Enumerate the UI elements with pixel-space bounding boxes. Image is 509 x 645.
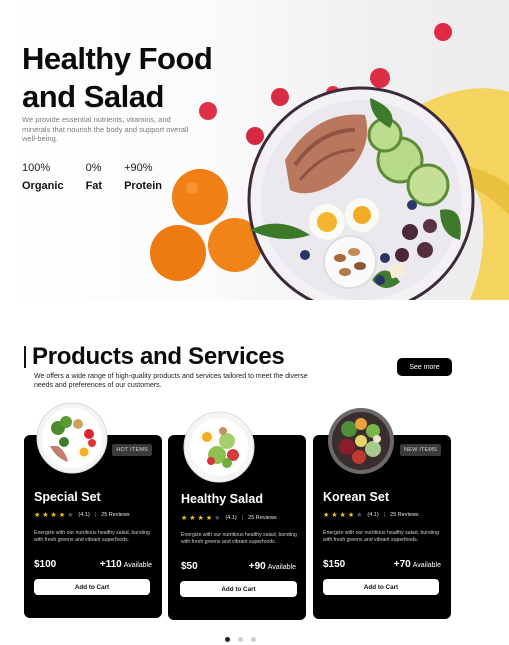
title-accent-bar: [24, 346, 26, 368]
card-title: Korean Set: [323, 490, 389, 504]
stat-label: Fat: [85, 180, 103, 192]
carousel-pagination: [225, 637, 256, 642]
section-title: Products and Services: [32, 343, 285, 370]
card-description: Energize with our nutritious healthy sal…: [181, 532, 297, 545]
section-description: We offers a wide range of high-quality p…: [34, 373, 308, 389]
rating-value: (4.1): [78, 512, 90, 518]
card-price: $100: [34, 559, 57, 570]
korean-set-bowl-image: [328, 408, 394, 474]
card-rating: ★★★★★ (4.1) | 25 Reviews: [34, 512, 130, 519]
stat-value: +90%: [124, 162, 153, 174]
special-set-plate-image: [36, 402, 108, 474]
card-price: $150: [323, 559, 346, 570]
section-title-wrap: Products and Services: [24, 343, 285, 371]
healthy-salad-plate-image: [183, 411, 255, 483]
available-label: Available: [123, 562, 152, 569]
card-rating: ★★★★★ (4.1) | 25 Reviews: [181, 515, 277, 522]
hero-section: Healthy Food and Salad We provide essent…: [0, 0, 509, 300]
stat-value: 100%: [22, 162, 51, 174]
card-description: Energize with our nutritious healthy sal…: [323, 530, 439, 543]
see-more-button[interactable]: See more: [397, 358, 452, 376]
review-count: 25 Reviews: [248, 515, 277, 521]
review-count: 25 Reviews: [101, 512, 130, 518]
stat-organic: 100% Organic: [22, 162, 64, 192]
card-title: Special Set: [34, 490, 101, 504]
review-count: 25 Reviews: [390, 512, 419, 518]
add-to-cart-button[interactable]: Add to Cart: [323, 579, 439, 595]
pagination-dot-3[interactable]: [251, 637, 256, 642]
hero-description: We provide essential nutrients, vitamins…: [22, 115, 189, 143]
card-rating: ★★★★★ (4.1) | 25 Reviews: [323, 512, 419, 519]
card-title: Healthy Salad: [181, 492, 263, 506]
new-items-badge: NEW ITEMS: [400, 444, 441, 456]
card-availability: +90 Available: [249, 561, 296, 572]
card-description: Energize with our nutritious healthy sal…: [34, 530, 150, 543]
hero-stats: 100% Organic 0% Fat +90% Protein: [22, 162, 162, 192]
rating-value: (4.1): [367, 512, 379, 518]
available-count: +90: [248, 561, 266, 572]
stat-label: Protein: [124, 180, 162, 192]
hero-title: Healthy Food and Salad: [22, 40, 252, 116]
available-count: +70: [393, 559, 411, 570]
card-availability: +70 Available: [394, 559, 441, 570]
stat-label: Organic: [22, 180, 64, 192]
available-label: Available: [412, 562, 441, 569]
hot-items-badge: HOT ITEMS: [112, 444, 152, 456]
stat-fat: 0% Fat: [86, 162, 103, 192]
pagination-dot-2[interactable]: [238, 637, 243, 642]
rating-value: (4.1): [225, 515, 237, 521]
add-to-cart-button[interactable]: Add to Cart: [180, 581, 297, 597]
stat-value: 0%: [85, 162, 102, 174]
stat-protein: +90% Protein: [124, 162, 162, 192]
pagination-dot-1[interactable]: [225, 637, 230, 642]
star-rating-icon: ★★★★★: [323, 512, 365, 519]
star-rating-icon: ★★★★★: [181, 515, 223, 522]
star-rating-icon: ★★★★★: [34, 512, 76, 519]
card-price: $50: [181, 561, 198, 572]
available-count: +110: [99, 559, 122, 570]
available-label: Available: [267, 564, 296, 571]
hero-title-line1: Healthy Food: [22, 41, 213, 76]
hero-title-line2: and Salad: [22, 79, 164, 114]
card-availability: +110 Available: [100, 559, 152, 570]
add-to-cart-button[interactable]: Add to Cart: [34, 579, 150, 595]
